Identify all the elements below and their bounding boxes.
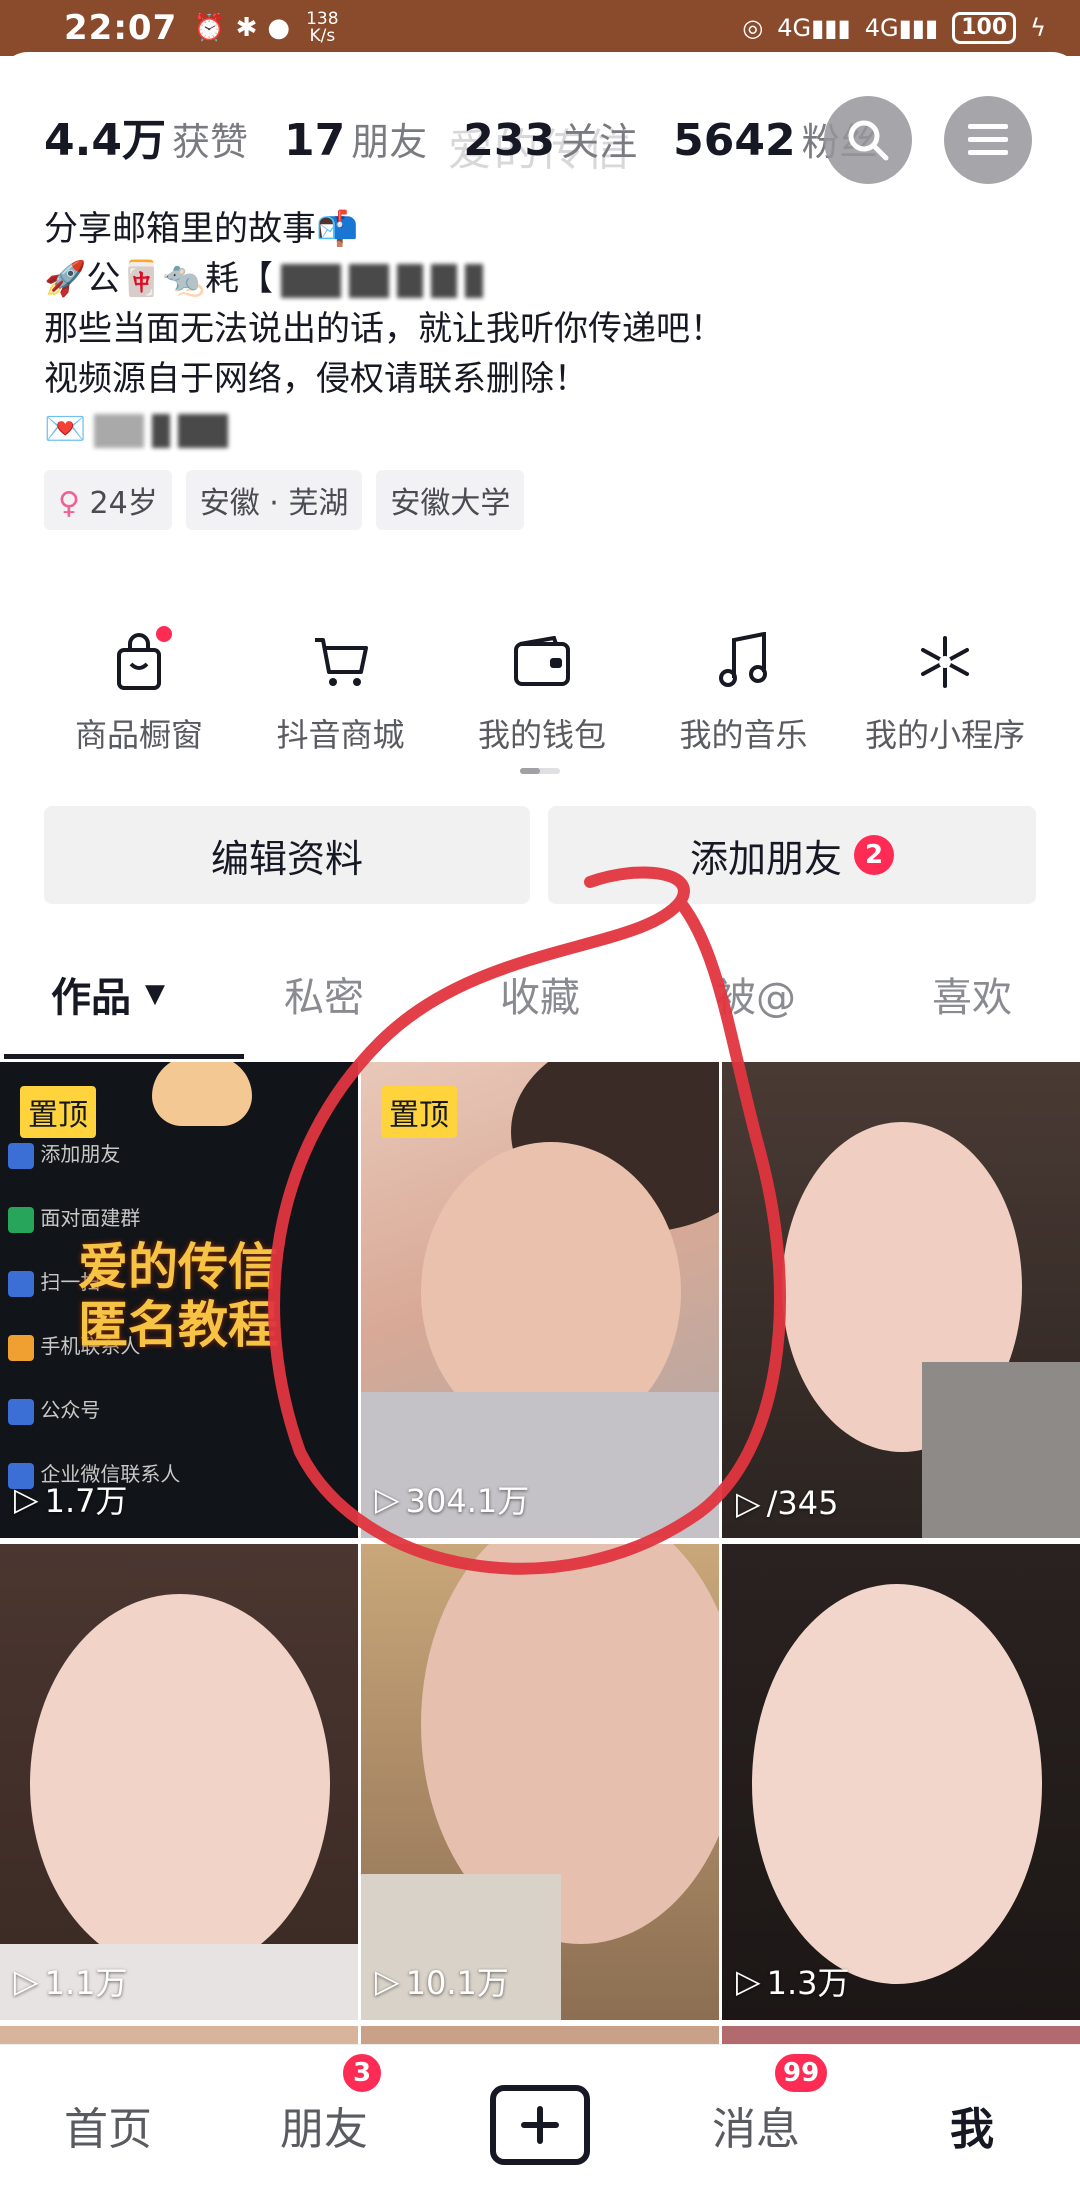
tool-mini-program[interactable]: 我的小程序 — [850, 624, 1040, 756]
play-count: ▷ 10.1万 — [375, 1962, 509, 2002]
battery-icon: 100 — [952, 12, 1017, 44]
play-icon: ▷ — [14, 1962, 39, 2000]
tab-mentions[interactable]: 被@ — [648, 932, 864, 1056]
profile-stats: 4.4万获赞 17朋友 233关注 5642粉丝 — [44, 104, 878, 168]
tutorial-overlay-text: 爱的传信 匿名教程 — [78, 1238, 278, 1354]
search-button[interactable] — [824, 96, 912, 184]
tag-school: 安徽大学 — [376, 470, 525, 530]
profile-tags: ♀ 24岁 安徽 · 芜湖 安徽大学 — [44, 470, 525, 530]
active-tab-indicator — [4, 1054, 244, 1059]
location-icon: ● — [267, 13, 291, 43]
menu-button[interactable] — [944, 96, 1032, 184]
video-thumb-5[interactable]: ▷ 10.1万 — [361, 1544, 719, 2020]
play-count: ▷ 1.7万 — [14, 1480, 128, 1520]
plus-icon — [521, 2105, 559, 2144]
nav-messages[interactable]: 消息 99 — [648, 2050, 864, 2157]
stat-likes[interactable]: 4.4万 获赞 — [44, 104, 248, 168]
charging-icon: ϟ — [1030, 14, 1046, 42]
cart-icon — [314, 638, 368, 686]
pinned-badge: 置顶 — [381, 1086, 457, 1138]
play-icon: ▷ — [736, 1962, 761, 2000]
dropdown-triangle-icon: ▼ — [144, 979, 165, 1009]
signal-1-icon: 4G▮▮▮ — [777, 14, 851, 42]
alarm-icon: ⏰ — [193, 13, 226, 43]
tool-music[interactable]: 我的音乐 — [649, 624, 839, 756]
play-icon: ▷ — [375, 1962, 400, 2000]
play-icon: ▷ — [14, 1480, 39, 1518]
tag-age: ♀ 24岁 — [44, 470, 172, 530]
create-button[interactable] — [490, 2084, 590, 2165]
bottom-nav: 首页 朋友 3 消息 99 我 — [0, 2044, 1080, 2204]
clock: 22:07 — [64, 8, 178, 48]
video-thumb-3[interactable]: ▷/345 — [722, 1062, 1080, 1538]
female-icon: ♀ — [58, 486, 80, 521]
tab-likes[interactable]: 喜欢 — [864, 932, 1080, 1056]
add-friend-button[interactable]: 添加朋友 2 — [548, 806, 1036, 904]
video-thumb-1[interactable]: 添加朋友 面对面建群 扫一扫 手机联系人 公众号 企业微信联系人 爱的传信 匿名… — [0, 1062, 358, 1538]
bluetooth-icon: ✱ — [235, 13, 258, 43]
mini-program-icon — [921, 636, 969, 688]
stat-friends[interactable]: 17 朋友 — [284, 111, 427, 166]
friends-badge: 3 — [340, 2050, 384, 2095]
hamburger-icon — [968, 124, 1008, 155]
tab-favorites[interactable]: 收藏 — [432, 932, 648, 1056]
nav-home[interactable]: 首页 — [0, 2093, 216, 2157]
play-count: ▷ 1.3万 — [736, 1962, 850, 2002]
profile-bio: 分享邮箱里的故事📬 🚀公🀄🐀耗【 那些当面无法说出的话，就让我听你传递吧！ 视频… — [44, 209, 724, 449]
tool-shop-window[interactable]: 商品橱窗 — [44, 624, 234, 756]
redacted-text — [94, 413, 145, 448]
shopping-bag-icon — [117, 633, 161, 690]
messages-badge: 99 — [772, 2050, 831, 2095]
pinned-badge: 置顶 — [20, 1086, 96, 1138]
video-thumb-6[interactable]: ▷ 1.3万 — [722, 1544, 1080, 2020]
shiba-sticker — [152, 1062, 252, 1126]
search-icon — [848, 120, 889, 161]
nav-me[interactable]: 我 — [864, 2093, 1080, 2157]
profile-sheet: 爱的传信 4.4万获赞 17朋友 233关注 5642粉丝 分享邮箱里的故事📬 … — [0, 52, 1080, 2204]
play-count: ▷ 304.1万 — [375, 1480, 530, 1520]
menu-row: 公众号 — [8, 1378, 348, 1442]
tool-wallet[interactable]: 我的钱包 — [447, 624, 637, 756]
play-count: ▷ 1.1万 — [14, 1962, 128, 2002]
video-thumb-2[interactable]: 置顶 ▷ 304.1万 — [361, 1062, 719, 1538]
network-speed: 138 K/s — [306, 9, 339, 46]
content-tabs: 作品 ▼ 私密 收藏 被@ 喜欢 — [0, 932, 1080, 1056]
nav-create[interactable] — [432, 2084, 648, 2165]
tag-location: 安徽 · 芜湖 — [185, 470, 363, 530]
signal-2-icon: 4G▮▮▮ — [864, 14, 939, 42]
add-friend-badge: 2 — [854, 835, 894, 875]
play-icon: ▷ — [736, 1484, 761, 1522]
nav-friends[interactable]: 朋友 3 — [216, 2050, 432, 2157]
play-icon: ▷ — [375, 1480, 400, 1518]
stat-following[interactable]: 233 关注 — [463, 111, 637, 166]
hotspot-icon: ◎ — [742, 14, 764, 42]
edit-profile-button[interactable]: 编辑资料 — [44, 806, 530, 904]
wallet-icon — [514, 636, 570, 686]
tool-pager — [520, 768, 560, 774]
status-bar: 22:07 ⏰ ✱ ● 138 K/s ◎ 4G▮▮▮ 4G▮▮▮ 100 ϟ — [0, 0, 1080, 56]
tool-douyin-mall[interactable]: 抖音商城 — [246, 624, 436, 756]
notification-dot — [156, 626, 172, 642]
tool-row: 商品橱窗 抖音商城 我的钱包 我的音乐 我的小程序 — [44, 624, 1040, 756]
music-note-icon — [718, 632, 767, 687]
play-count: ▷/345 — [736, 1484, 839, 1522]
tab-works[interactable]: 作品 ▼ — [0, 932, 216, 1056]
video-thumb-4[interactable]: ▷ 1.1万 — [0, 1544, 358, 2020]
tab-private[interactable]: 私密 — [216, 932, 432, 1056]
redacted-text — [281, 263, 342, 298]
